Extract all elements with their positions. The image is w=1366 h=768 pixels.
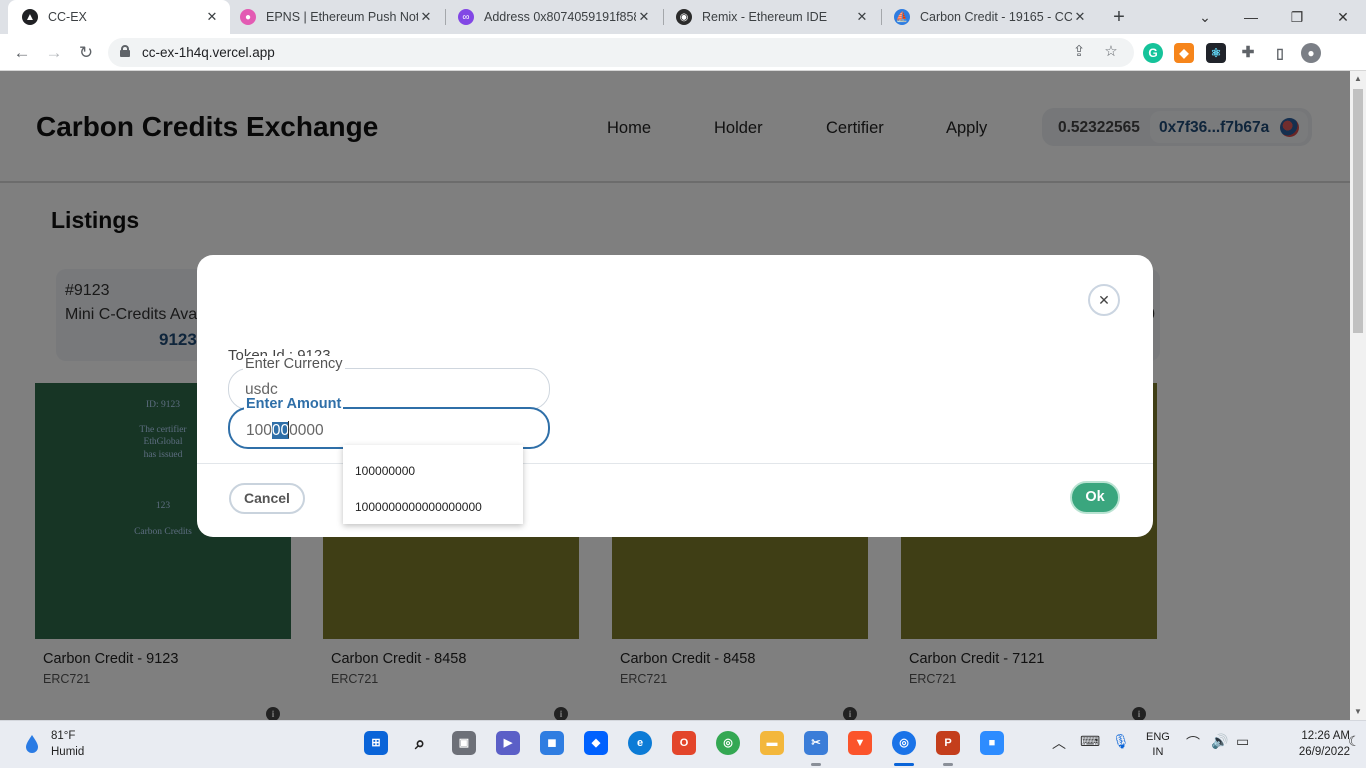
scroll-down-icon[interactable]: ▼ (1350, 704, 1366, 720)
tab-title: Remix - Ethereum IDE (702, 10, 828, 24)
bell-favicon-icon: ● (240, 9, 256, 25)
tab-title: Address 0x8074059191f858c (484, 10, 636, 24)
wifi-icon[interactable]: ⌒ (1186, 733, 1200, 753)
side-panel-icon[interactable]: ▯ (1270, 43, 1290, 63)
lock-icon (120, 45, 130, 57)
language-indicator[interactable]: ENG IN (1146, 730, 1170, 760)
opensea-favicon-icon: ⛵ (894, 9, 910, 25)
amount-input[interactable]: Enter Amount 100000000 (228, 396, 550, 449)
grammarly-extension-icon[interactable]: G (1143, 43, 1163, 63)
windows-start-icon[interactable]: ⊞ (364, 731, 388, 755)
tab-search-icon[interactable]: ⌄ (1182, 0, 1228, 34)
active-indicator (894, 763, 914, 766)
tab-title: Carbon Credit - 19165 - CC-E (920, 10, 1072, 24)
close-tab-icon[interactable]: ✕ (1072, 9, 1088, 25)
tab-cc-ex[interactable]: ▲ CC-EX ✕ (8, 0, 230, 34)
scroll-up-icon[interactable]: ▲ (1350, 71, 1366, 87)
web-page: Carbon Credits Exchange Home Holder Cert… (0, 71, 1350, 720)
weather-description[interactable]: Humid (51, 746, 84, 758)
page-scrollbar[interactable]: ▲ ▼ (1350, 71, 1366, 720)
react-devtools-icon[interactable]: ⚛ (1206, 43, 1226, 63)
browser-tab-strip: ▲ CC-EX ✕ ● EPNS | Ethereum Push Notific… (0, 0, 1366, 34)
chrome-icon[interactable]: ◎ (716, 731, 740, 755)
autocomplete-option[interactable]: 1000000000000000000 (355, 500, 482, 514)
running-indicator (943, 763, 953, 766)
search-icon[interactable]: ⌕ (408, 731, 432, 755)
ok-button[interactable]: Ok (1070, 481, 1120, 514)
snipping-tool-icon[interactable]: ✂ (804, 731, 828, 755)
forward-arrow-icon[interactable]: → (42, 41, 66, 65)
brave-browser-icon[interactable]: ▼ (848, 731, 872, 755)
notification-moon-icon[interactable]: ☾ (1348, 733, 1361, 750)
close-window-icon[interactable]: ✕ (1320, 0, 1366, 34)
tab-remix[interactable]: ◉ Remix - Ethereum IDE ✕ (662, 0, 880, 34)
remix-favicon-icon: ◉ (676, 9, 692, 25)
dropbox-icon[interactable]: ◆ (584, 731, 608, 755)
address-bar[interactable]: cc-ex-1h4q.vercel.app ⇪ ☆ (108, 38, 1134, 67)
cancel-button[interactable]: Cancel (229, 483, 305, 514)
store-icon[interactable]: ◼ (540, 731, 564, 755)
language-code: ENG (1146, 731, 1170, 743)
share-icon[interactable]: ⇪ (1070, 43, 1088, 61)
amount-text: 100 (246, 422, 272, 439)
amount-text: 0000 (289, 422, 324, 439)
scrollbar-thumb[interactable] (1353, 89, 1363, 333)
edge-browser-icon[interactable]: e (628, 731, 652, 755)
teams-chat-icon[interactable]: ▶ (496, 731, 520, 755)
close-icon[interactable]: ✕ (1088, 284, 1120, 316)
new-tab-icon[interactable]: + (1108, 6, 1130, 28)
maximize-icon[interactable]: ❐ (1274, 0, 1320, 34)
microphone-icon[interactable]: 🎙 (1112, 733, 1130, 750)
keyboard-icon[interactable]: ⌨ (1080, 733, 1100, 750)
task-view-icon[interactable]: ▣ (452, 731, 476, 755)
autocomplete-option[interactable]: 100000000 (355, 464, 415, 478)
amount-selection: 00 (271, 422, 290, 439)
autocomplete-dropdown: 100000000 1000000000000000000 (343, 445, 523, 524)
region-code: IN (1152, 746, 1164, 758)
tab-title: EPNS | Ethereum Push Notific (266, 10, 418, 24)
tab-address[interactable]: ∞ Address 0x8074059191f858c ✕ (444, 0, 662, 34)
extensions-puzzle-icon[interactable]: ✚ (1238, 43, 1258, 63)
weather-temperature[interactable]: 81°F (51, 730, 75, 742)
reload-icon[interactable]: ↻ (74, 41, 98, 65)
close-tab-icon[interactable]: ✕ (204, 9, 220, 25)
minimize-icon[interactable]: — (1228, 0, 1274, 34)
metamask-fox-icon[interactable]: ◆ (1174, 43, 1194, 63)
powerpoint-icon[interactable]: P (936, 731, 960, 755)
tab-carbon-credit[interactable]: ⛵ Carbon Credit - 19165 - CC-E ✕ (880, 0, 1098, 34)
chrome-active-icon[interactable]: ◎ (892, 731, 916, 755)
volume-icon[interactable]: 🔊 (1211, 733, 1228, 750)
url-text[interactable]: cc-ex-1h4q.vercel.app (142, 45, 275, 60)
close-tab-icon[interactable]: ✕ (418, 9, 434, 25)
close-tab-icon[interactable]: ✕ (854, 9, 870, 25)
sell-modal: ✕ Token Id : 9123 Enter Currency usdc En… (197, 255, 1153, 537)
profile-avatar-icon[interactable]: ● (1301, 43, 1321, 63)
modal-divider (197, 463, 1153, 464)
close-tab-icon[interactable]: ✕ (636, 9, 652, 25)
running-indicator (811, 763, 821, 766)
amount-label: Enter Amount (244, 396, 344, 412)
office-icon[interactable]: O (672, 731, 696, 755)
clock-date[interactable]: 26/9/2022 (1266, 746, 1350, 758)
clock-time[interactable]: 12:26 AM (1266, 730, 1350, 742)
tab-title: CC-EX (48, 10, 87, 24)
amount-value[interactable]: 100000000 (246, 421, 324, 440)
currency-label: Enter Currency (243, 356, 345, 372)
cc-ex-favicon-icon: ▲ (22, 9, 38, 25)
polygon-favicon-icon: ∞ (458, 9, 474, 25)
bookmark-star-icon[interactable]: ☆ (1102, 43, 1120, 61)
tab-epns[interactable]: ● EPNS | Ethereum Push Notific ✕ (226, 0, 444, 34)
zoom-icon[interactable]: ■ (980, 731, 1004, 755)
tray-chevron-up-icon[interactable]: ︿ (1052, 733, 1066, 753)
battery-icon[interactable]: ▭ (1236, 733, 1249, 750)
file-explorer-icon[interactable]: ▬ (760, 731, 784, 755)
back-arrow-icon[interactable]: ← (10, 41, 34, 65)
weather-rain-icon[interactable] (22, 733, 42, 755)
